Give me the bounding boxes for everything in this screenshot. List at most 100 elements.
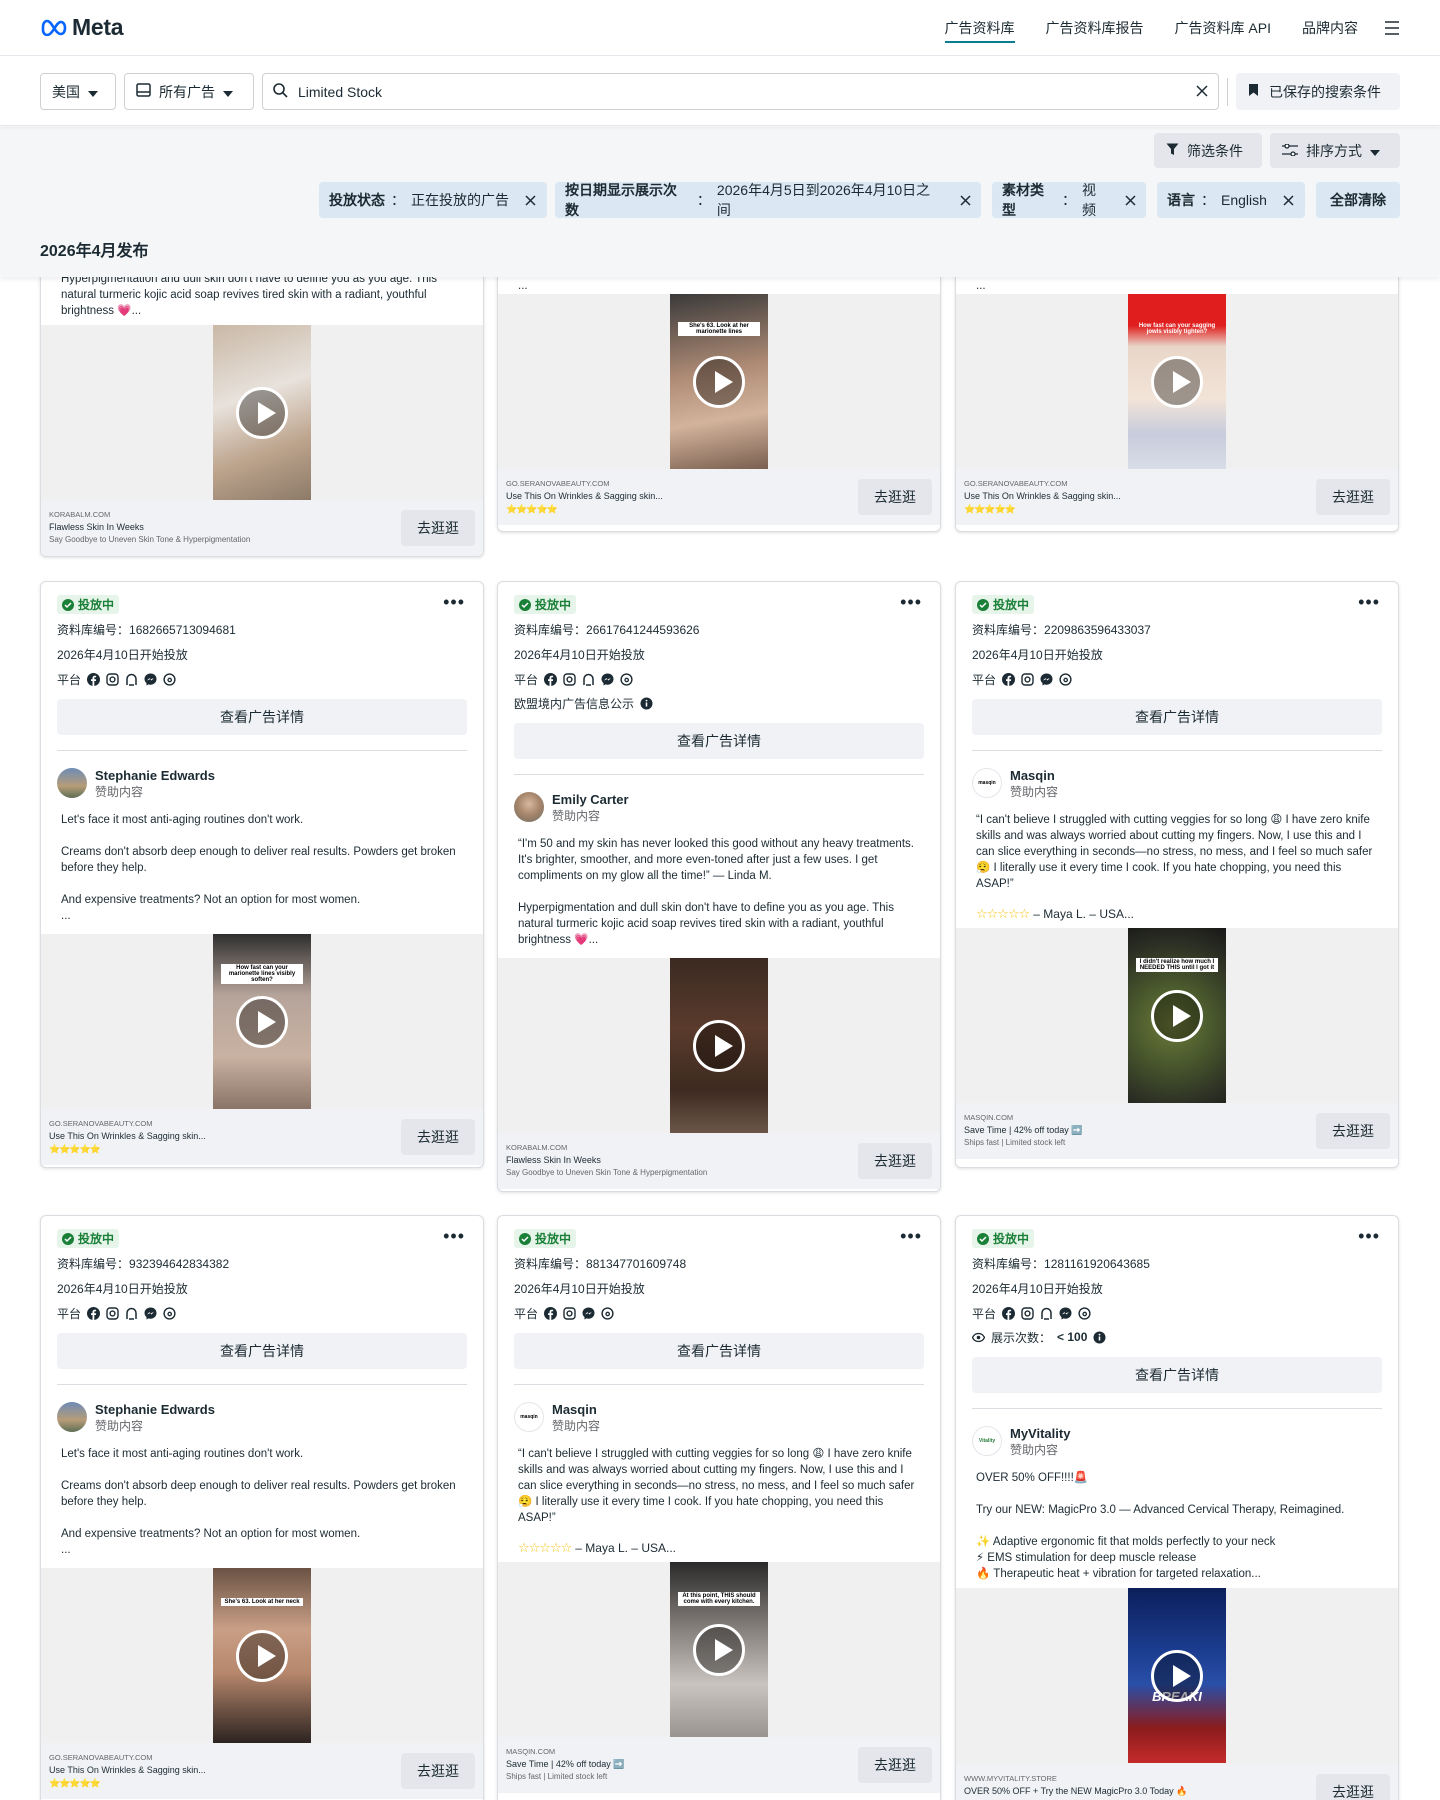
avatar[interactable] (57, 768, 87, 798)
more-options-icon[interactable]: ••• (443, 1226, 465, 1247)
platforms: 平台 (972, 671, 1382, 687)
eu-info-label: 欧盟境内广告信息公示 (514, 696, 635, 711)
advertiser-name[interactable]: Emily Carter (552, 792, 629, 808)
play-icon[interactable] (693, 355, 745, 408)
messenger-icon (1059, 1307, 1072, 1320)
advertiser: Emily Carter 赞助内容 (514, 792, 924, 824)
library-id-label: 资料库编号： (972, 623, 1045, 637)
search-field[interactable] (262, 73, 1219, 110)
top-nav: Meta 广告资料库 广告资料库报告 广告资料库 API 品牌内容 (0, 0, 1440, 56)
more-options-icon[interactable]: ••• (443, 592, 465, 613)
play-icon[interactable] (236, 1629, 288, 1682)
shop-now-button[interactable]: 去逛逛 (1316, 1774, 1390, 1800)
more-options-icon[interactable]: ••• (1358, 1226, 1380, 1247)
ad-footer: GO.SERANOVABEAUTY.COM Use This On Wrinkl… (41, 1109, 483, 1165)
advertiser-name[interactable]: Stephanie Edwards (95, 1402, 215, 1418)
shop-now-button[interactable]: 去逛逛 (858, 1143, 932, 1179)
filter-button[interactable]: 筛选条件 (1154, 133, 1262, 168)
ad-category-icon (136, 83, 151, 100)
shop-now-button[interactable]: 去逛逛 (858, 479, 932, 515)
view-ad-details-button[interactable]: 查看广告详情 (514, 723, 924, 759)
advertiser-name[interactable]: Masqin (552, 1402, 600, 1418)
platforms: 平台 (57, 1305, 467, 1321)
play-icon[interactable] (236, 995, 288, 1048)
ad-media[interactable] (41, 325, 483, 500)
shop-now-button[interactable]: 去逛逛 (1316, 1113, 1390, 1149)
view-ad-details-button[interactable]: 查看广告详情 (972, 699, 1382, 735)
nav-ad-library-api[interactable]: 广告资料库 API (1175, 0, 1271, 56)
sponsored-label: 赞助内容 (95, 785, 144, 799)
view-ad-details-button[interactable]: 查看广告详情 (972, 1357, 1382, 1393)
more-options-icon[interactable]: ••• (1358, 592, 1380, 613)
view-ad-details-button[interactable]: 查看广告详情 (514, 1333, 924, 1369)
eye-icon (972, 1331, 985, 1344)
sort-button[interactable]: 排序方式 (1270, 133, 1400, 168)
shop-now-button[interactable]: 去逛逛 (858, 1747, 932, 1783)
rating-stars-icon: ☆☆☆☆☆ (518, 1540, 572, 1555)
divider (972, 1408, 1382, 1409)
divider (514, 774, 924, 775)
avatar[interactable]: masqin (514, 1402, 544, 1432)
ad-card-partial: ... She's 63. Look at her marionette lin… (497, 236, 941, 532)
nav-ad-library-report[interactable]: 广告资料库报告 (1046, 0, 1144, 56)
check-circle-icon (62, 598, 74, 611)
status-label: 投放中 (78, 1232, 115, 1246)
video-caption: How fast can your sagging jowls visibly … (1138, 323, 1216, 335)
ad-media[interactable]: She's 63. Look at her marionette lines (498, 294, 940, 469)
saved-searches-button[interactable]: 已保存的搜索条件 (1236, 73, 1400, 110)
review-author: – Maya L. – USA... (1033, 907, 1134, 921)
remove-chip-icon[interactable] (525, 194, 536, 206)
facebook-icon (87, 1306, 101, 1320)
threads-icon (601, 1306, 614, 1320)
view-ad-details-button[interactable]: 查看广告详情 (57, 699, 467, 735)
play-icon[interactable] (1151, 1649, 1203, 1702)
more-options-icon[interactable]: ••• (900, 1226, 922, 1247)
clear-search-icon[interactable] (1196, 84, 1208, 100)
shop-now-button[interactable]: 去逛逛 (401, 510, 475, 546)
remove-chip-icon[interactable] (960, 194, 971, 206)
ad-media[interactable]: How fast can your marionette lines visib… (41, 934, 483, 1109)
nav-branded-content[interactable]: 品牌内容 (1302, 0, 1358, 56)
more-options-icon[interactable]: ••• (900, 592, 922, 613)
view-ad-details-button[interactable]: 查看广告详情 (57, 1333, 467, 1369)
avatar[interactable] (57, 1402, 87, 1432)
info-icon[interactable] (1093, 1331, 1106, 1344)
ad-media[interactable]: She's 63. Look at her neck (41, 1568, 483, 1743)
avatar[interactable]: Vitality (972, 1426, 1002, 1456)
ad-category-value: 所有广告 (159, 83, 215, 100)
remove-chip-icon[interactable] (1125, 194, 1136, 206)
avatar[interactable] (514, 792, 544, 822)
ad-media[interactable] (498, 958, 940, 1133)
advertiser-name[interactable]: MyVitality (1010, 1426, 1070, 1442)
advertiser-name[interactable]: Stephanie Edwards (95, 768, 215, 784)
clear-all-button[interactable]: 全部清除 (1316, 182, 1400, 218)
play-icon[interactable] (1151, 355, 1203, 408)
platform-label: 平台 (514, 672, 539, 687)
play-icon[interactable] (693, 1019, 745, 1072)
remove-chip-icon[interactable] (1283, 194, 1294, 206)
ad-media[interactable]: At this point, THIS should come with eve… (498, 1562, 940, 1737)
country-dropdown[interactable]: 美国 (40, 73, 116, 110)
info-icon[interactable] (640, 697, 653, 710)
ad-category-dropdown[interactable]: 所有广告 (124, 73, 254, 110)
start-date: 2026年4月10日开始投放 (514, 648, 645, 662)
play-icon[interactable] (693, 1623, 745, 1676)
ad-media[interactable]: How fast can your sagging jowls visibly … (956, 294, 1398, 469)
avatar[interactable]: masqin (972, 768, 1002, 798)
nav-ad-library[interactable]: 广告资料库 (944, 0, 1015, 56)
meta-logo[interactable]: Meta (40, 12, 124, 42)
ad-media[interactable]: I didn't realize how much I NEEDED THIS … (956, 928, 1398, 1103)
shop-now-button[interactable]: 去逛逛 (401, 1753, 475, 1789)
play-icon[interactable] (1151, 989, 1203, 1042)
sort-label: 排序方式 (1306, 142, 1362, 159)
library-id-value: 26617641244593626 (586, 623, 700, 637)
hamburger-menu-icon[interactable] (1384, 21, 1400, 35)
search-input[interactable] (298, 83, 1196, 100)
status-label: 投放中 (993, 598, 1030, 612)
play-icon[interactable] (236, 386, 288, 439)
threads-icon (1078, 1306, 1091, 1320)
shop-now-button[interactable]: 去逛逛 (401, 1119, 475, 1155)
ad-media[interactable]: BREAKI (956, 1588, 1398, 1764)
advertiser-name[interactable]: Masqin (1010, 768, 1058, 784)
shop-now-button[interactable]: 去逛逛 (1316, 479, 1390, 515)
